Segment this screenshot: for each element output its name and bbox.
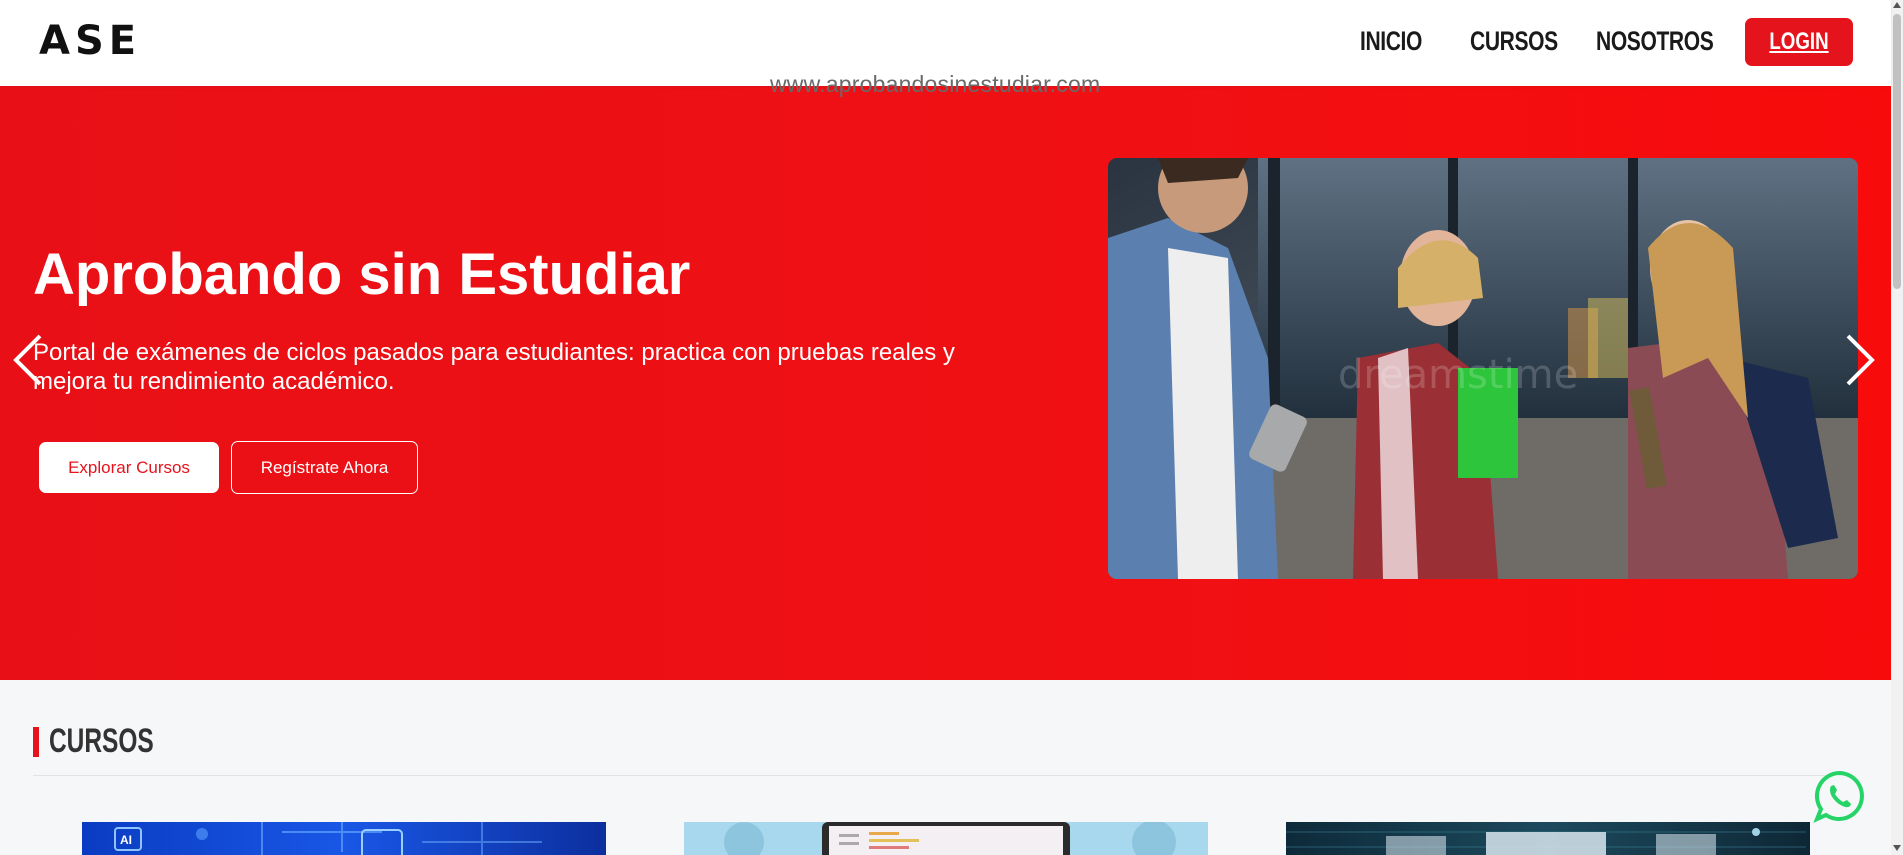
section-divider xyxy=(33,775,1833,776)
nav-link-inicio[interactable]: INICIO xyxy=(1360,26,1422,57)
register-now-button[interactable]: Regístrate Ahora xyxy=(231,441,418,494)
heading-accent-bar xyxy=(33,726,39,757)
nav-link-nosotros[interactable]: NOSOTROS xyxy=(1596,26,1714,57)
site-logo[interactable]: ASE xyxy=(39,18,141,64)
site-url-watermark: www.aprobandosinestudiar.com xyxy=(770,71,1101,97)
hero-subtitle: Portal de exámenes de ciclos pasados par… xyxy=(33,339,955,395)
hero-carousel: Aprobando sin Estudiar Portal de exámene… xyxy=(0,86,1891,680)
whatsapp-chat-button[interactable] xyxy=(1812,769,1866,823)
hero-students-image: dreamstime xyxy=(1108,158,1858,579)
courses-section-title: CURSOS xyxy=(49,722,154,760)
scrollbar-thumb[interactable] xyxy=(1893,14,1901,289)
explore-courses-button[interactable]: Explorar Cursos xyxy=(39,442,219,493)
carousel-next-button[interactable] xyxy=(1842,332,1878,388)
page: ASE INICIO CURSOS NOSOTROS LOGIN www.apr… xyxy=(0,0,1903,855)
svg-text:dreamstime: dreamstime xyxy=(1338,352,1578,398)
chevron-left-icon xyxy=(13,334,42,386)
scroll-down-arrow-icon[interactable] xyxy=(1893,845,1901,851)
page-scrollbar[interactable] xyxy=(1891,0,1903,855)
course-card-image[interactable] xyxy=(684,822,1208,855)
carousel-prev-button[interactable] xyxy=(10,332,46,388)
course-card-image[interactable]: AI xyxy=(82,822,606,855)
login-button[interactable]: LOGIN xyxy=(1745,18,1853,66)
hero-title: Aprobando sin Estudiar xyxy=(33,242,691,307)
nav-link-cursos[interactable]: CURSOS xyxy=(1470,26,1558,57)
ai-badge-text: AI xyxy=(120,833,132,847)
scroll-up-arrow-icon[interactable] xyxy=(1893,2,1901,8)
chevron-right-icon xyxy=(1846,334,1875,386)
courses-section-heading: CURSOS xyxy=(33,722,194,761)
login-button-label: LOGIN xyxy=(1769,28,1829,55)
whatsapp-icon xyxy=(1813,770,1864,823)
course-card-image[interactable] xyxy=(1286,822,1810,855)
